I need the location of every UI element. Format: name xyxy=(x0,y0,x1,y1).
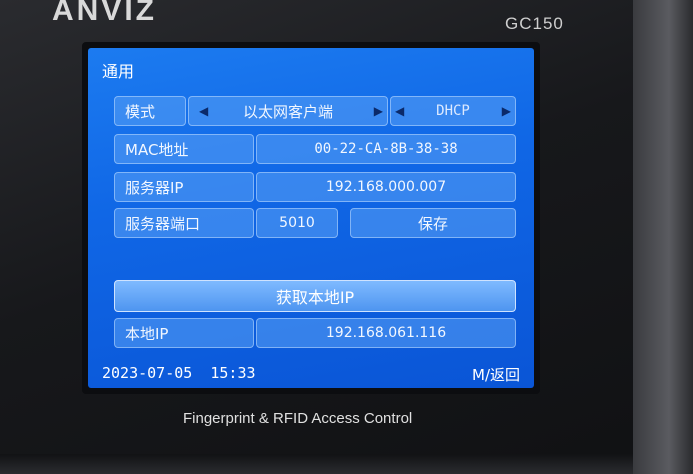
mac-label: MAC地址 xyxy=(125,140,189,159)
server-port-label-cell: 服务器端口 xyxy=(114,208,254,238)
server-port-value: 5010 xyxy=(279,215,315,231)
ip-mode-selector[interactable]: ◀ DHCP ▶ xyxy=(390,96,516,126)
triangle-left-icon[interactable]: ◀ xyxy=(199,104,208,118)
page-title: 通用 xyxy=(102,62,135,81)
mac-value-cell: 00-22-CA-8B-38-38 xyxy=(256,134,516,164)
local-ip-label: 本地IP xyxy=(125,324,169,343)
device-caption: Fingerprint & RFID Access Control xyxy=(183,410,413,427)
save-button[interactable]: 保存 xyxy=(350,208,516,238)
mac-value: 00-22-CA-8B-38-38 xyxy=(314,141,458,157)
server-ip-label-cell: 服务器IP xyxy=(114,172,254,202)
triangle-right-icon[interactable]: ▶ xyxy=(502,104,511,118)
triangle-left-icon[interactable]: ◀ xyxy=(395,104,404,118)
save-button-label: 保存 xyxy=(417,214,448,233)
ip-mode-value: DHCP xyxy=(436,103,470,119)
server-ip-value: 192.168.000.007 xyxy=(325,179,447,195)
mode-label: 模式 xyxy=(125,102,156,121)
triangle-right-icon[interactable]: ▶ xyxy=(374,104,383,118)
model-label: GC150 xyxy=(505,14,564,33)
brand-logo: ANVIZ xyxy=(52,0,157,27)
mode-value: 以太网客户端 xyxy=(242,102,333,121)
server-port-field[interactable]: 5010 xyxy=(256,208,338,238)
device-side-panel xyxy=(633,0,693,474)
mode-label-cell: 模式 xyxy=(114,96,186,126)
device-bottom-edge xyxy=(0,454,633,474)
device-body: ANVIZ GC150 Fingerprint & RFID Access Co… xyxy=(0,0,693,474)
mode-selector[interactable]: ◀ 以太网客户端 ▶ xyxy=(188,96,388,126)
server-port-label: 服务器端口 xyxy=(125,214,201,233)
server-ip-field[interactable]: 192.168.000.007 xyxy=(256,172,516,202)
local-ip-value: 192.168.061.116 xyxy=(325,325,447,341)
datetime: 2023-07-05 15:33 xyxy=(102,364,256,382)
local-ip-label-cell: 本地IP xyxy=(114,318,254,348)
local-ip-value-cell: 192.168.061.116 xyxy=(256,318,516,348)
get-local-ip-label: 获取本地IP xyxy=(275,288,355,307)
get-local-ip-button[interactable]: 获取本地IP xyxy=(114,280,516,312)
screen: 通用 模式 ◀ 以太网客户端 ▶ ◀ DHCP ▶ MAC地址 00-22-CA… xyxy=(88,48,534,388)
mac-label-cell: MAC地址 xyxy=(114,134,254,164)
back-hint[interactable]: M/返回 xyxy=(472,364,520,385)
status-bar: 2023-07-05 15:33 M/返回 xyxy=(88,360,534,388)
server-ip-label: 服务器IP xyxy=(125,178,184,197)
